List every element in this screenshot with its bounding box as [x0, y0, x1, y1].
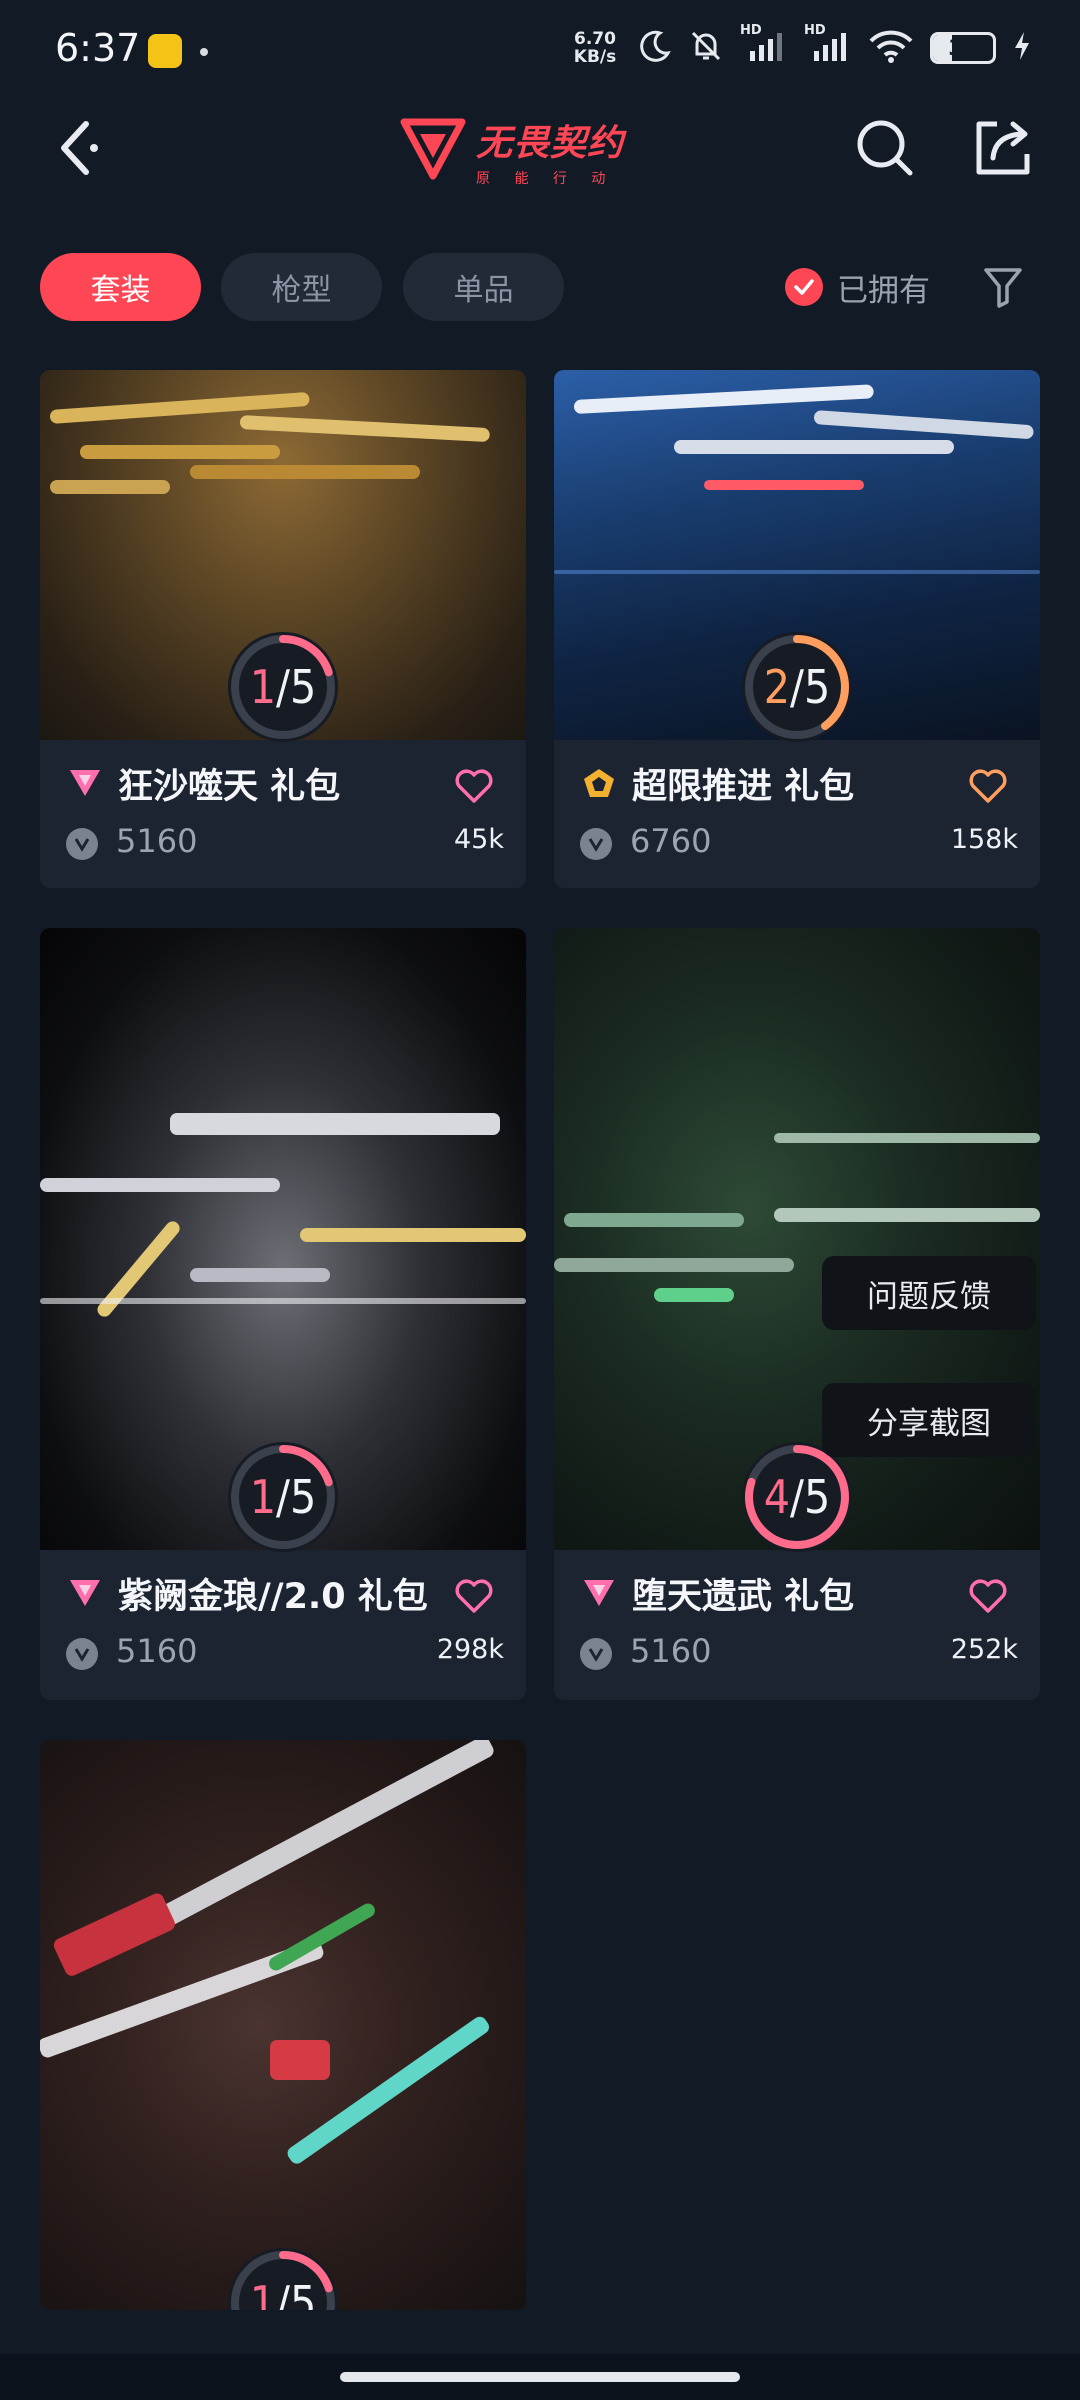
- bundle-name: 超限推进 礼包: [632, 767, 855, 807]
- signal-1-icon: HD: [740, 23, 788, 67]
- bundle-info: 狂沙噬天 礼包 5160 45k: [40, 740, 526, 888]
- tab-single-items[interactable]: 单品: [403, 253, 564, 321]
- bundle-name: 紫阙金琅//2.0 礼包: [118, 1577, 428, 1617]
- signal-2-icon: HD: [804, 23, 852, 67]
- owned-count: 4: [763, 1470, 791, 1524]
- share-screenshot-button[interactable]: 分享截图: [822, 1383, 1036, 1457]
- bundle-card[interactable]: 2/5 超限推进 礼包 6760 158k: [554, 370, 1040, 888]
- share-button[interactable]: [963, 110, 1043, 190]
- wifi-icon: [868, 28, 914, 68]
- charging-icon: [1012, 30, 1032, 66]
- tab-weapon-type[interactable]: 枪型: [221, 253, 382, 321]
- back-button[interactable]: [38, 110, 118, 190]
- exclusive-tier-icon: [580, 764, 618, 802]
- logo-subtitle: 原 能 行 动: [476, 171, 616, 187]
- funnel-icon: [983, 266, 1023, 312]
- logo-title: 无畏契约: [476, 123, 625, 164]
- status-time: 6:37: [55, 26, 141, 70]
- bundle-artwork: [40, 1740, 526, 2310]
- total-count: 5: [289, 660, 317, 714]
- bundle-card[interactable]: 1/5: [40, 1740, 526, 2310]
- bundle-price: 5160: [116, 1632, 198, 1670]
- like-count: 158k: [950, 824, 1018, 855]
- total-count: 5: [289, 1470, 317, 1524]
- vp-currency-icon: [66, 1638, 98, 1670]
- app-logo: 无畏契约 原 能 行 动: [400, 108, 690, 194]
- owned-progress-label: 1/5: [249, 660, 317, 714]
- like-count: 252k: [950, 1634, 1018, 1665]
- owned-count: 1: [249, 660, 277, 714]
- bundle-info: 超限推进 礼包 6760 158k: [554, 740, 1040, 888]
- owned-toggle[interactable]: 已拥有: [785, 262, 930, 312]
- muted-bell-icon: [688, 28, 724, 68]
- status-bar: 6:37 6.70 KB/s HD HD 32: [0, 0, 1080, 100]
- signal-2-hd-label: HD: [804, 23, 826, 38]
- signal-1-hd-label: HD: [740, 23, 762, 38]
- owned-count: 1: [249, 2276, 277, 2310]
- bundle-price: 6760: [630, 822, 712, 860]
- status-icons: 6.70 KB/s HD HD 32: [568, 23, 1032, 68]
- screen: 6:37 6.70 KB/s HD HD 32 无畏契约 原 能 行 动 套装 …: [0, 0, 1080, 2400]
- share-icon: [973, 118, 1033, 182]
- bundle-price: 5160: [630, 1632, 712, 1670]
- vp-currency-icon: [580, 828, 612, 860]
- heart-icon[interactable]: [452, 764, 496, 808]
- bundle-card[interactable]: 1/5 狂沙噬天 礼包 5160 45k: [40, 370, 526, 888]
- network-speed-value: 6.70: [574, 29, 616, 49]
- vp-currency-icon: [66, 828, 98, 860]
- premium-tier-icon: [66, 764, 104, 802]
- filter-bar: 套装 枪型 单品 已拥有: [0, 250, 1080, 322]
- moon-icon: [638, 29, 672, 67]
- app-header: 无畏契约 原 能 行 动: [0, 100, 1080, 200]
- battery-level: 32: [948, 36, 978, 60]
- owned-count: 1: [249, 1470, 277, 1524]
- owned-progress-label: 2/5: [763, 660, 831, 714]
- battery-indicator: 32: [930, 32, 996, 64]
- heart-icon[interactable]: [966, 1574, 1010, 1618]
- vp-currency-icon: [580, 1638, 612, 1670]
- notification-dot-icon: [200, 48, 208, 56]
- filter-button[interactable]: [978, 264, 1028, 314]
- like-count: 298k: [436, 1634, 504, 1665]
- notification-app-icon: [148, 34, 182, 68]
- network-speed-unit: KB/s: [573, 47, 617, 67]
- owned-label: 已拥有: [837, 272, 930, 309]
- tab-bundles[interactable]: 套装: [40, 253, 201, 321]
- heart-icon[interactable]: [452, 1574, 496, 1618]
- bundle-name: 堕天遗武 礼包: [632, 1577, 855, 1617]
- feedback-button[interactable]: 问题反馈: [822, 1256, 1036, 1330]
- premium-tier-icon: [66, 1574, 104, 1612]
- like-count: 45k: [454, 824, 504, 855]
- search-button[interactable]: [845, 110, 925, 190]
- owned-progress-label: 1/5: [224, 2244, 342, 2310]
- bundle-info: 堕天遗武 礼包 5160 252k: [554, 1550, 1040, 1700]
- search-icon: [855, 118, 915, 182]
- valorant-logo-icon: [400, 118, 466, 184]
- bundle-price: 5160: [116, 822, 198, 860]
- total-count: 5: [289, 2276, 317, 2310]
- chevron-left-icon: [56, 118, 100, 182]
- owned-count: 2: [763, 660, 791, 714]
- bundle-info: 紫阙金琅//2.0 礼包 5160 298k: [40, 1550, 526, 1700]
- network-speed: 6.70 KB/s: [568, 30, 622, 66]
- total-count: 5: [803, 1470, 831, 1524]
- total-count: 5: [803, 660, 831, 714]
- bundle-card[interactable]: 1/5 紫阙金琅//2.0 礼包 5160 298k: [40, 928, 526, 1700]
- owned-progress-label: 1/5: [249, 1470, 317, 1524]
- premium-tier-icon: [580, 1574, 618, 1612]
- bundle-name: 狂沙噬天 礼包: [118, 767, 341, 807]
- checkmark-icon: [785, 268, 823, 306]
- home-indicator[interactable]: [340, 2372, 740, 2382]
- heart-icon[interactable]: [966, 764, 1010, 808]
